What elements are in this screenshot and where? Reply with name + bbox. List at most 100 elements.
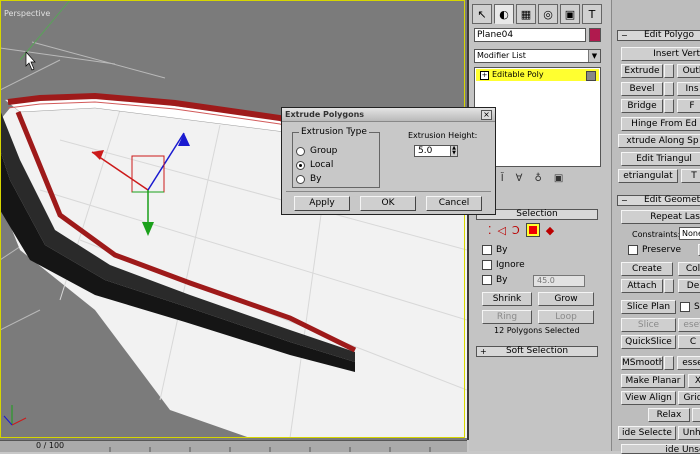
motion-tab[interactable]: ◎ [538, 4, 558, 24]
unhide-all-button[interactable]: Unhi [678, 426, 700, 440]
ring-button[interactable]: Ring [482, 310, 532, 324]
outline-button[interactable]: Outl [677, 64, 700, 78]
msmooth-button[interactable]: MSmooth [621, 356, 663, 370]
vertex-mode-icon[interactable]: ⁚ [488, 224, 492, 237]
bevel-button[interactable]: Bevel [621, 82, 663, 96]
slice-button[interactable]: Slice [621, 318, 676, 332]
attach-list-button[interactable] [664, 279, 674, 293]
hinge-from-edge-button[interactable]: Hinge From Ed [621, 117, 700, 131]
by-vertex-checkbox[interactable]: By [482, 245, 508, 255]
shrink-button[interactable]: Shrink [482, 292, 532, 306]
utilities-tab[interactable]: T [582, 4, 602, 24]
soft-selection-rollout-header[interactable]: + Soft Selection [476, 346, 598, 357]
ignore-backfacing-box[interactable] [482, 260, 492, 270]
preserve-uvs-box[interactable] [628, 245, 638, 255]
ignore-backfacing-checkbox[interactable]: Ignore [482, 260, 525, 270]
viewport-label[interactable]: Perspective [4, 9, 50, 18]
edit-geometry-rollout-header[interactable]: − Edit Geomet [617, 195, 700, 206]
stack-item-editable-poly[interactable]: + Editable Poly [476, 69, 599, 81]
apply-button[interactable]: Apply [294, 196, 350, 211]
planar-x-button[interactable]: X [688, 374, 700, 388]
by-vertex-box[interactable] [482, 245, 492, 255]
cancel-button[interactable]: Cancel [426, 196, 482, 211]
element-mode-icon[interactable]: ◆ [546, 224, 554, 237]
flip-button[interactable]: F [677, 99, 700, 113]
view-align-button[interactable]: View Align [621, 391, 676, 405]
motion-tab-icon: ◎ [543, 7, 553, 21]
remove-modifier-icon[interactable]: ♁ [535, 173, 542, 184]
repeat-last-button[interactable]: Repeat Las [621, 210, 700, 224]
collapse-button[interactable]: Col [678, 262, 700, 276]
msmooth-settings-button[interactable] [664, 356, 674, 370]
configure-sets-icon[interactable]: ▣ [554, 173, 563, 184]
border-mode-icon[interactable]: Ͻ [512, 224, 520, 237]
grid-align-button[interactable]: Grid [678, 391, 700, 405]
detach-button[interactable]: De [678, 279, 700, 293]
make-unique-icon[interactable]: ∀ [516, 173, 523, 184]
expand-icon[interactable]: + [480, 71, 489, 80]
radio-group[interactable] [296, 146, 305, 156]
bridge-settings-button[interactable] [664, 99, 674, 113]
edge-mode-icon[interactable]: ◁ [498, 224, 506, 237]
cut-button[interactable]: C [678, 335, 700, 349]
extrude-along-spline-button[interactable]: xtrude Along Sp [618, 134, 700, 148]
bevel-settings-button[interactable] [664, 82, 674, 96]
angle-spinner[interactable]: 45.0 [533, 275, 585, 287]
hide-selected-button[interactable]: ide Selecte [618, 426, 676, 440]
split-checkbox[interactable]: Sp [680, 302, 700, 312]
modifier-list-label: Modifier List [477, 51, 526, 60]
radio-local[interactable] [296, 160, 305, 170]
by-angle-box[interactable] [482, 275, 492, 285]
modifier-list-dropdown[interactable]: Modifier List ▼ [474, 49, 601, 63]
object-name-field[interactable]: Plane04 [474, 28, 586, 42]
hierarchy-tab[interactable]: ▦ [516, 4, 536, 24]
radio-by-polygon[interactable] [296, 174, 305, 184]
reset-plane-button[interactable]: eset [678, 318, 700, 332]
radio-local-option[interactable]: Local [296, 160, 333, 170]
bridge-button[interactable]: Bridge [621, 99, 663, 113]
extrude-button[interactable]: Extrude [621, 64, 663, 78]
extrusion-height-spinner[interactable]: 5.0 ▲ ▼ [414, 145, 458, 157]
by-angle-checkbox[interactable]: By [482, 275, 508, 285]
edit-triangulation-button[interactable]: Edit Triangul [621, 152, 700, 166]
dialog-title[interactable]: Extrude Polygons [282, 108, 495, 122]
preserve-uvs-checkbox[interactable]: Preserve [628, 245, 681, 255]
inset-button[interactable]: Ins [677, 82, 700, 96]
split-box[interactable] [680, 302, 690, 312]
hide-unselected-button[interactable]: ide Unsel [621, 444, 700, 454]
radio-group-option[interactable]: Group [296, 146, 337, 156]
lightbulb-icon[interactable] [586, 71, 596, 81]
polygon-mode-icon[interactable] [525, 223, 540, 237]
hierarchy-tab-icon: ▦ [520, 7, 532, 21]
object-color-swatch[interactable] [589, 28, 601, 42]
create-button[interactable]: Create [621, 262, 673, 276]
make-planar-button[interactable]: Make Planar [621, 374, 685, 388]
display-tab[interactable]: ▣ [560, 4, 580, 24]
close-icon[interactable]: × [481, 110, 492, 120]
grow-button[interactable]: Grow [538, 292, 594, 306]
insert-vertex-button[interactable]: Insert Vert [621, 47, 700, 61]
attach-button[interactable]: Attach [621, 279, 663, 293]
perspective-viewport[interactable]: Perspective [0, 0, 469, 440]
constraints-dropdown[interactable]: None [679, 227, 700, 240]
extrude-settings-button[interactable] [664, 64, 674, 78]
retriangulate-button[interactable]: etriangulat [618, 169, 678, 183]
quickslice-button[interactable]: QuickSlice [621, 335, 676, 349]
radio-by-polygon-option[interactable]: By [296, 174, 322, 184]
spinner-arrows-icon[interactable]: ▲ ▼ [450, 145, 458, 157]
turn-button[interactable]: T [681, 169, 700, 183]
slice-plane-button[interactable]: Slice Plan [621, 300, 676, 314]
show-end-result-icon[interactable]: Ĭ [501, 173, 504, 184]
chevron-down-icon[interactable]: ▼ [588, 50, 600, 62]
stack-item-label: Editable Poly [492, 70, 544, 79]
ok-button[interactable]: OK [360, 196, 416, 211]
relax-settings-button[interactable] [692, 408, 700, 422]
modify-tab[interactable]: ◐ [494, 4, 514, 24]
loop-button[interactable]: Loop [538, 310, 594, 324]
create-tab[interactable]: ↖ [472, 4, 492, 24]
relax-button[interactable]: Relax [648, 408, 690, 422]
time-ticks [109, 447, 431, 452]
tessellate-button[interactable]: esse [677, 356, 700, 370]
edit-polygons-rollout-header[interactable]: − Edit Polygo [617, 30, 700, 41]
time-slider[interactable]: 0 / 100 [0, 440, 467, 452]
